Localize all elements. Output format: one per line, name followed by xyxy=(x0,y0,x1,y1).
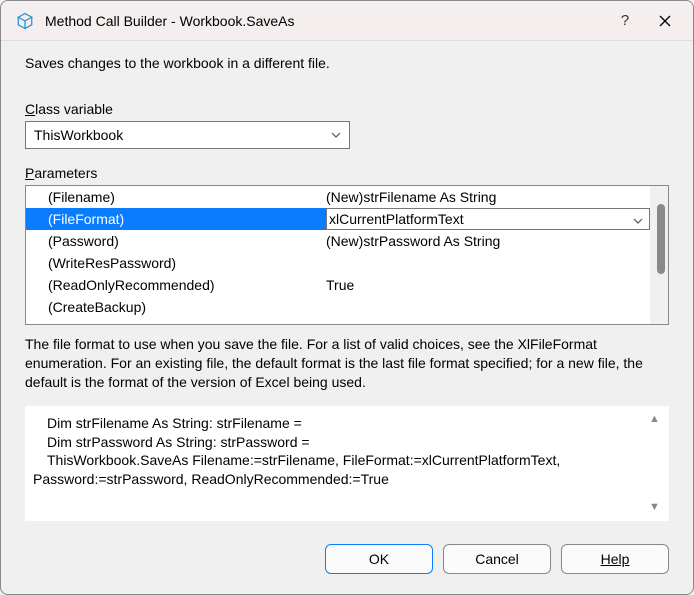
code-line: ThisWorkbook.SaveAs Filename:=strFilenam… xyxy=(33,451,647,470)
class-variable-combo[interactable]: ThisWorkbook xyxy=(25,121,350,149)
code-line: Dim strFilename As String: strFilename = xyxy=(33,414,647,433)
param-value: True xyxy=(326,277,354,293)
param-value: (New)strPassword As String xyxy=(326,233,500,249)
param-name: (WriteResPassword) xyxy=(26,255,326,271)
class-variable-label: Class variable xyxy=(25,101,669,117)
param-row[interactable]: (Filename) (New)strFilename As String xyxy=(26,186,650,208)
cancel-button[interactable]: Cancel xyxy=(443,544,551,574)
dialog-body: Saves changes to the workbook in a diffe… xyxy=(1,41,693,594)
parameter-help-text: The file format to use when you save the… xyxy=(25,335,669,392)
arrow-down-icon[interactable]: ▼ xyxy=(649,500,665,515)
param-name: (Password) xyxy=(26,233,326,249)
param-value-editor[interactable]: xlCurrentPlatformText xyxy=(326,208,650,230)
param-value: xlCurrentPlatformText xyxy=(329,211,464,227)
ok-button[interactable]: OK xyxy=(325,544,433,574)
chevron-down-icon[interactable] xyxy=(633,211,643,227)
help-button[interactable]: ? xyxy=(605,3,645,39)
parameters-listbox[interactable]: (Filename) (New)strFilename As String (F… xyxy=(25,185,669,325)
method-description: Saves changes to the workbook in a diffe… xyxy=(25,55,669,71)
code-line: Dim strPassword As String: strPassword = xyxy=(33,433,647,452)
button-row: OK Cancel Help xyxy=(25,544,669,574)
code-preview: Dim strFilename As String: strFilename =… xyxy=(25,406,669,521)
param-row[interactable]: (CreateBackup) xyxy=(26,296,650,318)
param-name: (CreateBackup) xyxy=(26,299,326,315)
param-row[interactable]: (FileFormat) xlCurrentPlatformText xyxy=(26,208,650,230)
param-row[interactable]: (WriteResPassword) xyxy=(26,252,650,274)
chevron-down-icon xyxy=(331,129,341,141)
param-row[interactable]: (ReadOnlyRecommended) True xyxy=(26,274,650,296)
titlebar: Method Call Builder - Workbook.SaveAs ? xyxy=(1,1,693,41)
cube-icon xyxy=(15,11,35,31)
close-button[interactable] xyxy=(645,3,685,39)
param-value: (New)strFilename As String xyxy=(326,189,496,205)
param-name: (Filename) xyxy=(26,189,326,205)
scrollbar-thumb[interactable] xyxy=(657,204,665,274)
class-variable-value: ThisWorkbook xyxy=(34,127,123,143)
param-name: (ReadOnlyRecommended) xyxy=(26,277,326,293)
parameters-list: (Filename) (New)strFilename As String (F… xyxy=(26,186,650,324)
code-scroll[interactable]: ▲ ▼ xyxy=(649,412,665,515)
param-name: (FileFormat) xyxy=(26,211,326,227)
parameters-label: Parameters xyxy=(25,165,669,181)
param-row[interactable]: (Password) (New)strPassword As String xyxy=(26,230,650,252)
code-line: Password:=strPassword, ReadOnlyRecommend… xyxy=(33,471,389,487)
dialog-title: Method Call Builder - Workbook.SaveAs xyxy=(45,13,605,29)
parameters-scrollbar[interactable] xyxy=(650,186,668,324)
help-button[interactable]: Help xyxy=(561,544,669,574)
dialog-window: Method Call Builder - Workbook.SaveAs ? … xyxy=(0,0,694,595)
arrow-up-icon[interactable]: ▲ xyxy=(649,412,665,427)
help-button-label: Help xyxy=(601,551,630,567)
